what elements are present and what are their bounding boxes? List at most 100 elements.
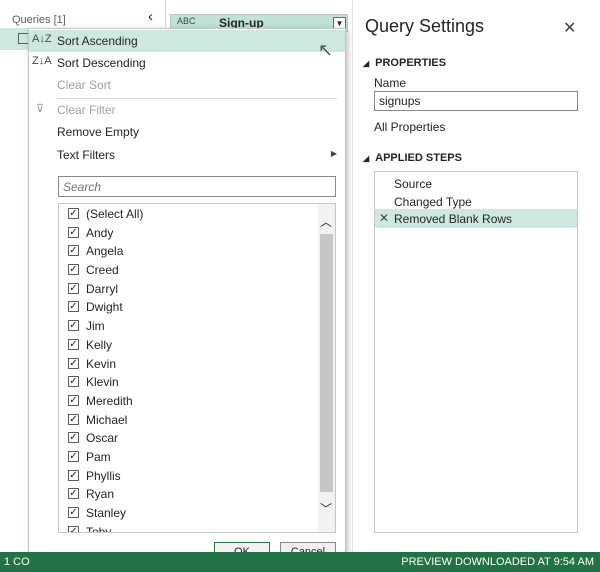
properties-section-header[interactable]: ◢ PROPERTIES [363,57,446,69]
sort-ascending-item[interactable]: A↓Z Sort Ascending [29,30,345,52]
filter-list-item[interactable]: ✓ Creed [59,260,317,279]
clear-filter-icon: ⊽ [35,103,45,115]
filter-list-item[interactable]: ✓ (Select All) [59,204,317,223]
text-filters-label: Text Filters [57,148,116,162]
checkbox[interactable]: ✓ [68,525,79,532]
filter-value-list[interactable]: ✓ (Select All) ✓ Andy ✓ Angela ✓ Creed ✓ Darryl ✓ D… [58,203,336,533]
checkbox[interactable]: ✓ [68,507,79,518]
filter-value-label: Stanley [86,506,127,520]
chevron-down-icon[interactable]: ﹀ [320,500,332,517]
queries-header: Queries [1] [12,14,66,26]
filter-list-item[interactable]: ✓ Kevin [59,354,317,373]
mouse-cursor-icon: ↖ [318,40,334,60]
query-settings-pane: Query Settings ✕ ◢ PROPERTIES Name All Pr… [352,0,600,552]
filter-value-label: Jim [86,319,105,334]
filter-list-item[interactable]: ✓ Darryl [59,279,317,298]
step-label: Changed Type [394,195,472,209]
filter-dropdown: A↓Z Sort Ascending Z↓A Sort Descending C… [28,28,346,568]
filter-list-item[interactable]: ✓ Klevin [59,372,317,391]
filter-list-item[interactable]: ✓ Angela [59,241,317,260]
filter-list-item[interactable]: ✓ Jim [59,316,317,335]
checkbox[interactable]: ✓ [68,413,79,425]
clear-filter-label: Clear Filter [57,103,116,117]
close-icon[interactable]: ✕ [563,18,576,38]
filter-list-item[interactable]: ✓ Michael [59,410,317,429]
sort-descending-label: Sort Descending [57,56,146,70]
chevron-left-icon[interactable]: ‹ [148,8,153,25]
filter-list-item[interactable]: ✓ Stanley [59,503,317,522]
filter-value-label: Dwight [86,300,123,315]
filter-value-list-items: ✓ (Select All) ✓ Andy ✓ Angela ✓ Creed ✓ Darryl ✓ D… [59,204,317,533]
checkbox[interactable]: ✓ [68,208,79,219]
filter-value-label: Darryl [86,281,118,296]
name-label: Name [374,76,407,90]
filter-value-label: Toby [86,524,112,533]
applied-steps-title: APPLIED STEPS [375,152,462,164]
filter-value-label: (Select All) [86,207,144,221]
checkbox[interactable]: ✓ [68,432,79,444]
checkbox[interactable]: ✓ [68,469,79,481]
remove-empty-label: Remove Empty [57,125,140,139]
filter-list-item[interactable]: ✓ Kelly [59,335,317,354]
filter-value-label: Pam [86,449,111,464]
clear-sort-item: Clear Sort [29,74,345,96]
pane-title: Query Settings [365,16,485,36]
status-column-count: 1 CO [4,556,30,568]
checkbox[interactable]: ✓ [68,450,79,462]
checkbox[interactable]: ✓ [68,301,79,313]
checkbox[interactable]: ✓ [68,394,79,406]
filter-list-item[interactable]: ✓ Oscar [59,428,317,447]
filter-list-item[interactable]: ✓ Andy [59,223,317,242]
filter-list-item[interactable]: ✓ Ryan [59,484,317,503]
properties-title: PROPERTIES [375,57,447,69]
filter-value-label: Klevin [86,375,119,390]
chevron-right-icon: ▶ [330,149,337,158]
filter-list-item[interactable]: ✓ Phyllis [59,466,317,485]
chevron-up-icon[interactable]: ︿ [320,213,332,230]
collapse-triangle-icon: ◢ [363,154,370,163]
filter-value-label: Kelly [86,337,113,352]
filter-list-item[interactable]: ✓ Toby [59,522,317,533]
status-preview-time: PREVIEW DOWNLOADED AT 9:54 AM [401,556,594,568]
checkbox[interactable]: ✓ [68,376,79,388]
filter-list-item[interactable]: ✓ Pam [59,447,317,466]
filter-value-label: Creed [86,263,119,278]
filter-value-label: Meredith [86,393,133,408]
checkbox[interactable]: ✓ [68,226,79,238]
text-filters-item[interactable]: Text Filters ▶ [29,144,345,166]
checkbox[interactable]: ✓ [68,338,79,350]
clear-filter-item: ⊽ Clear Filter [29,99,345,121]
checkbox[interactable]: ✓ [68,282,79,294]
filter-value-label: Michael [86,412,128,427]
status-bar: 1 CO PREVIEW DOWNLOADED AT 9:54 AM [0,552,600,572]
filter-value-label: Andy [86,225,114,240]
search-input[interactable] [58,176,336,197]
filter-value-label: Oscar [86,431,119,446]
checkbox[interactable]: ✓ [68,320,79,332]
checkbox[interactable]: ✓ [68,264,79,276]
applied-steps-list: Source Changed Type ✕ Removed Blank Rows [374,171,578,533]
checkbox[interactable]: ✓ [68,488,79,500]
checkbox[interactable]: ✓ [68,245,79,257]
scrollbar-thumb[interactable] [320,234,333,492]
sort-descending-item[interactable]: Z↓A Sort Descending [29,52,345,74]
filter-list-item[interactable]: ✓ Meredith [59,391,317,410]
collapse-triangle-icon: ◢ [363,59,370,68]
checkbox[interactable]: ✓ [68,357,79,369]
scrollbar[interactable]: ︿ ﹀ [318,204,335,532]
delete-step-icon[interactable]: ✕ [379,211,389,225]
filter-value-label: Kevin [86,356,117,371]
step-label: Removed Blank Rows [394,212,513,226]
sort-descending-icon: Z↓A [32,55,52,67]
applied-step[interactable]: Source [375,174,577,193]
step-label: Source [394,177,433,191]
filter-value-label: Phyllis [86,468,121,483]
all-properties-link[interactable]: All Properties [374,120,445,134]
applied-steps-section-header[interactable]: ◢ APPLIED STEPS [363,152,462,164]
text-type-icon[interactable]: ABC [177,16,196,26]
sort-ascending-label: Sort Ascending [57,34,138,48]
applied-step-selected[interactable]: ✕ Removed Blank Rows [375,209,577,228]
filter-list-item[interactable]: ✓ Dwight [59,297,317,316]
remove-empty-item[interactable]: Remove Empty [29,121,345,143]
query-name-input[interactable] [374,91,578,111]
